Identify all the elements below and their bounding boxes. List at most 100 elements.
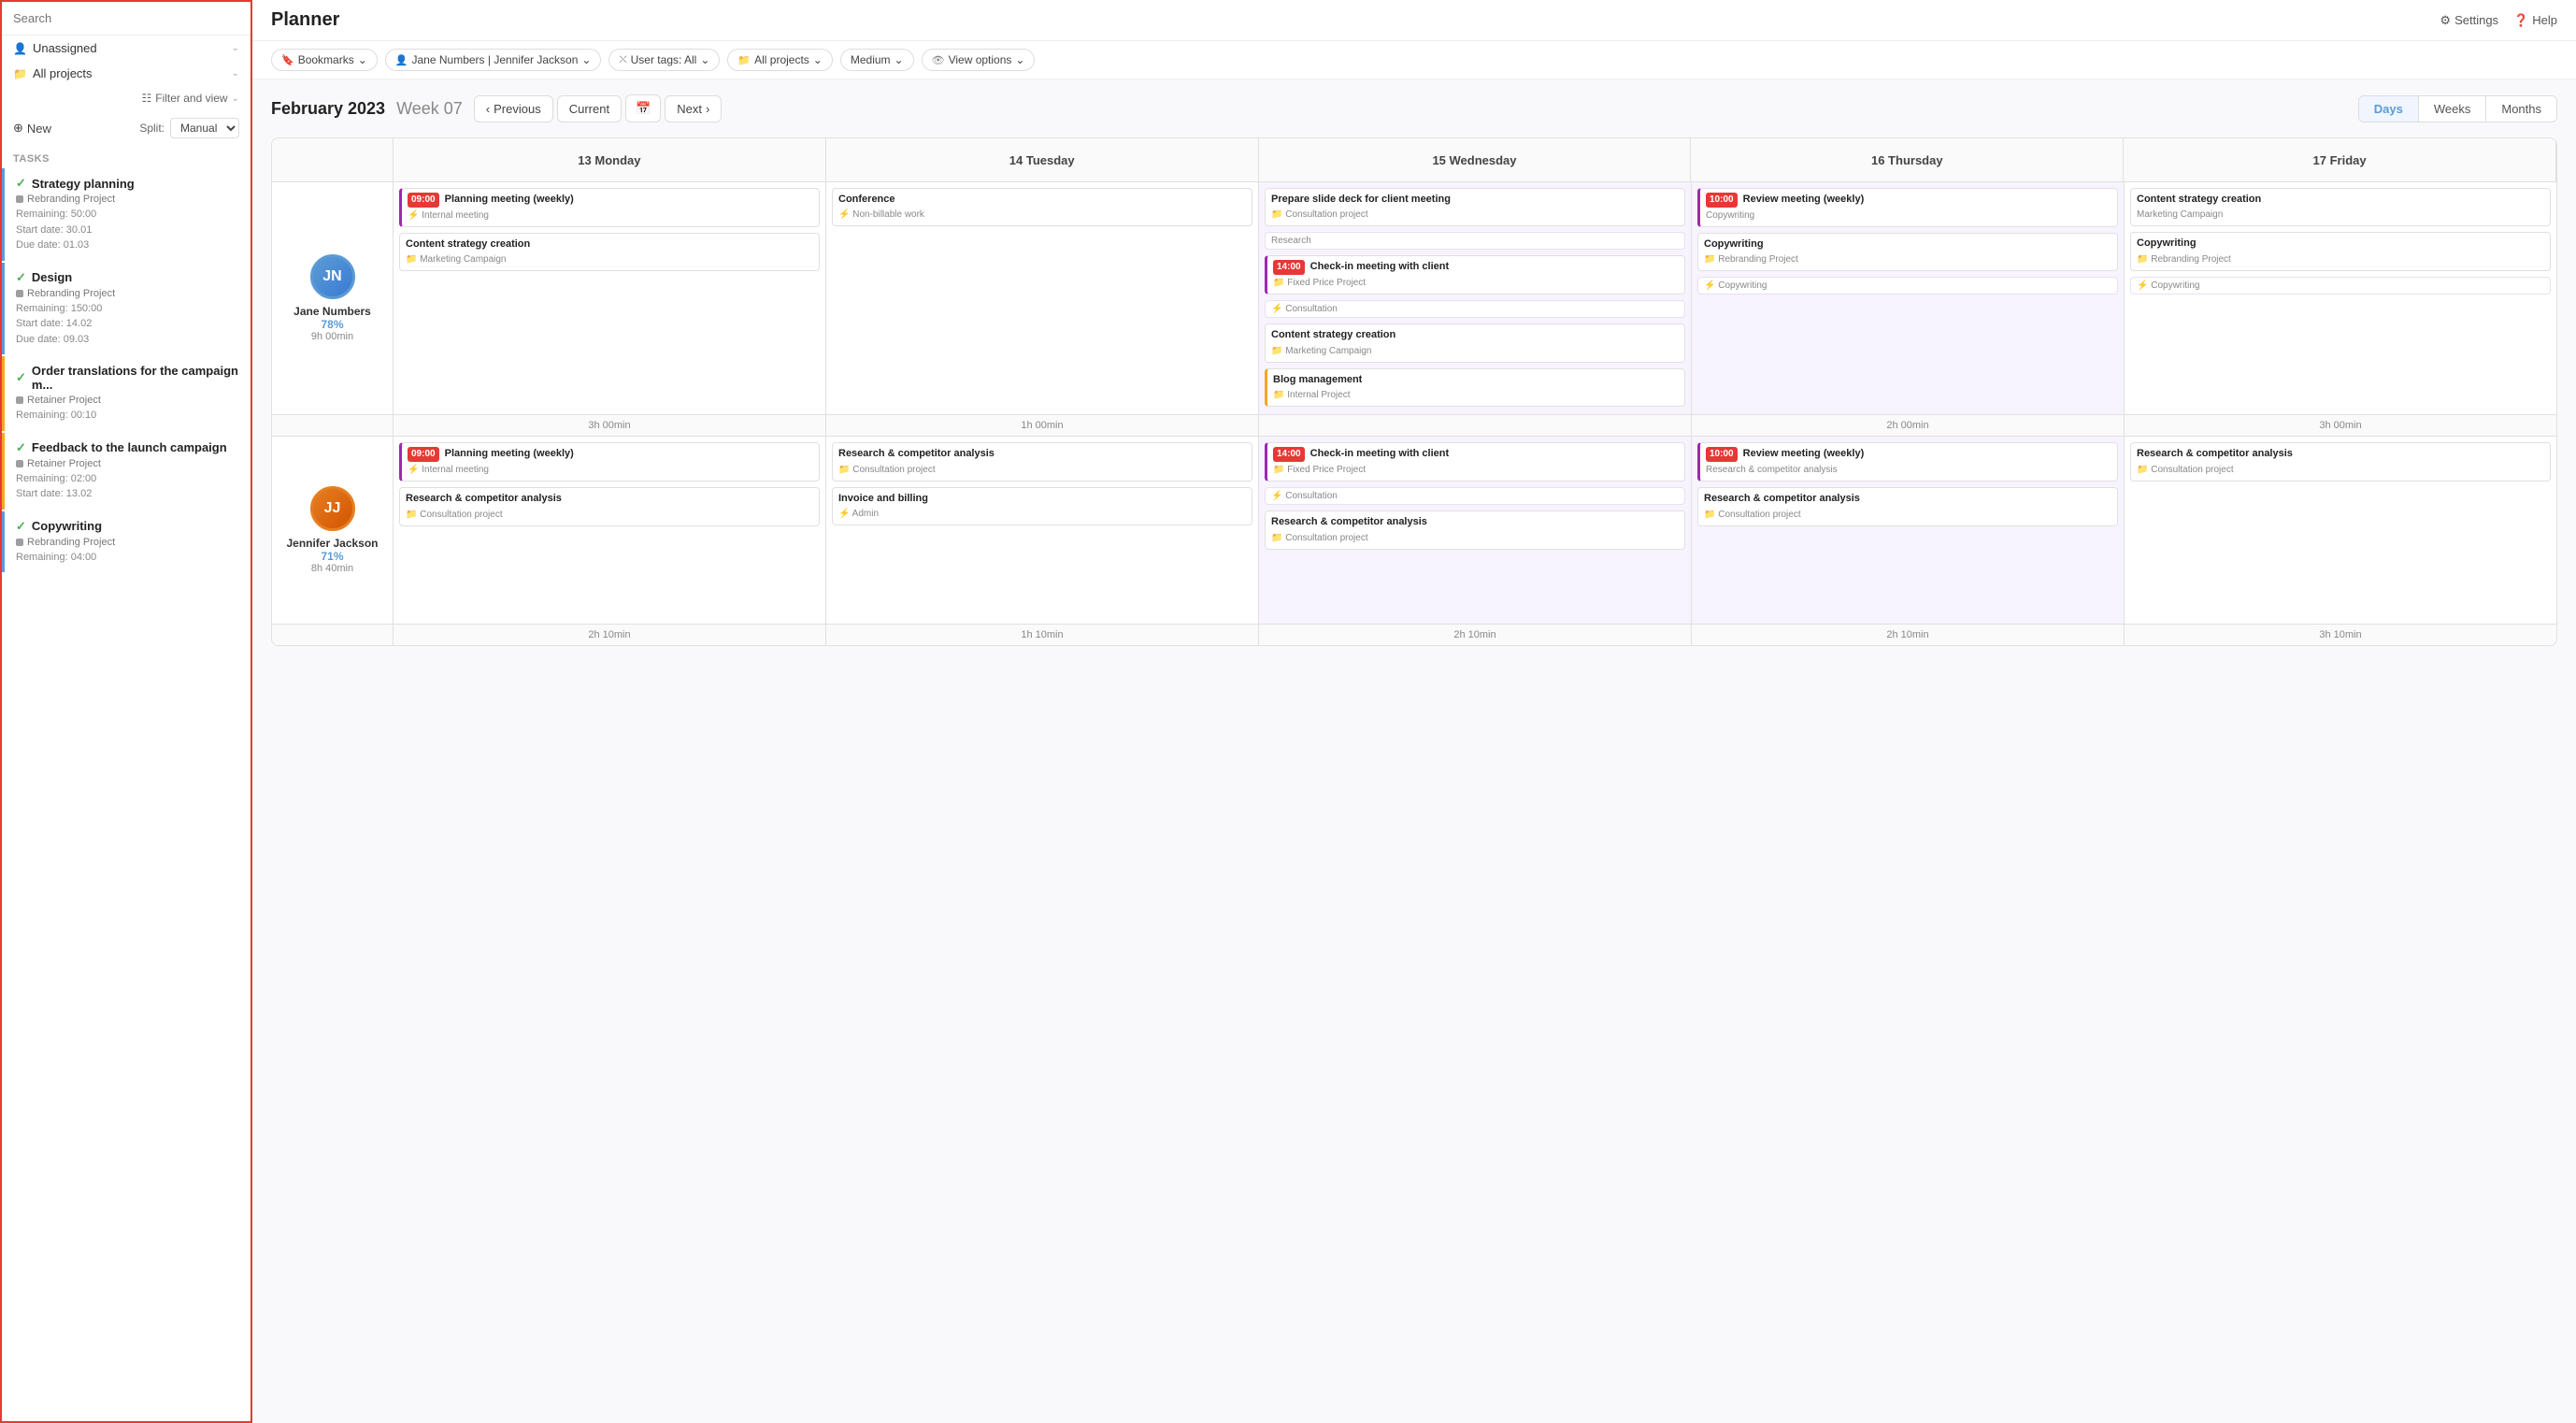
cell-r1-d2: 14:00 Check-in meeting with client 📁 Fix…: [1259, 437, 1692, 624]
time-badge: 10:00: [1706, 447, 1738, 462]
event-card[interactable]: Content strategy creation 📁 Marketing Ca…: [399, 233, 820, 271]
search-input[interactable]: [13, 11, 239, 25]
allprojects-chip[interactable]: 📁 All projects ⌄: [727, 49, 832, 71]
previous-button[interactable]: ‹ Previous: [474, 95, 553, 122]
search-box[interactable]: [2, 2, 250, 36]
gear-icon: ⚙: [2440, 13, 2451, 28]
event-card[interactable]: Prepare slide deck for client meeting 📁 …: [1265, 188, 1685, 226]
event-sub: Marketing Campaign: [2137, 208, 2544, 222]
task-item: ✓ Feedback to the launch campaign Retain…: [2, 433, 250, 510]
user-chip[interactable]: 👤 Jane Numbers | Jennifer Jackson ⌄: [385, 49, 602, 71]
task-name[interactable]: Order translations for the campaign m...: [32, 364, 239, 392]
event-title: Conference: [838, 193, 1246, 207]
sidebar-item-unassigned[interactable]: 👤 Unassigned ⌄: [2, 36, 250, 61]
check-icon: ✓: [16, 270, 26, 285]
event-card[interactable]: 09:00 Planning meeting (weekly) ⚡ Intern…: [399, 442, 820, 482]
footer-row-1: 2h 10min1h 10min2h 10min2h 10min3h 10min: [272, 625, 2556, 645]
day-header-14: 14 Tuesday: [826, 138, 1259, 181]
event-title: Review meeting (weekly): [1743, 194, 1865, 205]
day-header-15: 15 Wednesday: [1259, 138, 1692, 181]
day-headers: 13 Monday14 Tuesday15 Wednesday16 Thursd…: [394, 138, 2556, 181]
event-card[interactable]: Research & competitor analysis 📁 Consult…: [2130, 442, 2551, 481]
tab-months[interactable]: Months: [2486, 96, 2556, 122]
event-card[interactable]: Copywriting 📁 Rebranding Project: [1697, 233, 2118, 271]
filter-bar: 🔖 Bookmarks ⌄ 👤 Jane Numbers | Jennifer …: [252, 41, 2576, 79]
chevron-icon: ⌄: [232, 43, 239, 53]
calendar-icon-button[interactable]: 📅: [625, 94, 661, 122]
new-button[interactable]: ⊕ New: [13, 121, 51, 136]
event-title: Blog management: [1273, 373, 1679, 387]
event-card[interactable]: Copywriting 📁 Rebranding Project: [2130, 232, 2551, 270]
tab-days[interactable]: Days: [2359, 96, 2419, 122]
settings-button[interactable]: ⚙ Settings: [2440, 13, 2498, 28]
viewoptions-chip[interactable]: 👁 View options ⌄: [922, 49, 1036, 71]
resource-name: Jennifer Jackson: [286, 537, 378, 550]
project-dot: [16, 460, 23, 467]
event-sub-card[interactable]: ⚡ Consultation: [1265, 487, 1685, 505]
view-tabs: Days Weeks Months: [2358, 95, 2557, 122]
top-bar: Planner ⚙ Settings ❓ Help: [252, 0, 2576, 41]
task-name[interactable]: Strategy planning: [32, 177, 135, 191]
task-name[interactable]: Feedback to the launch campaign: [32, 440, 227, 454]
day-header-13: 13 Monday: [394, 138, 826, 181]
usertags-chip[interactable]: ⛌ User tags: All ⌄: [608, 49, 720, 71]
help-button[interactable]: ❓ Help: [2513, 13, 2557, 28]
task-project: Rebranding Project: [16, 194, 239, 205]
event-card[interactable]: Research & competitor analysis 📁 Consult…: [1265, 510, 1685, 549]
event-sub: 📁 Internal Project: [1273, 389, 1679, 402]
project-dot: [16, 539, 23, 546]
page-title: Planner: [271, 9, 339, 31]
task-item: ✓ Strategy planning Rebranding Project R…: [2, 168, 250, 261]
event-sub-card[interactable]: ⚡ Copywriting: [1697, 277, 2118, 295]
event-header: 09:00 Planning meeting (weekly): [408, 447, 813, 462]
bookmarks-chip[interactable]: 🔖 Bookmarks ⌄: [271, 49, 378, 71]
event-title: Research & competitor analysis: [406, 492, 813, 506]
event-card[interactable]: Research & competitor analysis 📁 Consult…: [832, 442, 1252, 481]
filter-view-row[interactable]: ☷ Filter and view ⌄: [2, 86, 250, 110]
top-bar-actions: ⚙ Settings ❓ Help: [2440, 13, 2557, 28]
avatar-jennifer: JJ: [310, 486, 355, 531]
resource-footer-0: [272, 415, 394, 436]
event-sub-card[interactable]: Research: [1265, 232, 1685, 250]
event-card[interactable]: Blog management 📁 Internal Project: [1265, 368, 1685, 407]
task-name[interactable]: Copywriting: [32, 519, 102, 533]
event-sub-text: ⚡ Copywriting: [2137, 280, 2544, 291]
check-icon: ✓: [16, 440, 26, 455]
event-sub: ⚡ Non-billable work: [838, 208, 1246, 222]
task-remaining: Remaining: 150:00: [16, 301, 239, 317]
event-card[interactable]: Research & competitor analysis 📁 Consult…: [1697, 487, 2118, 525]
event-card[interactable]: 10:00 Review meeting (weekly) Copywritin…: [1697, 188, 2118, 227]
event-card[interactable]: 14:00 Check-in meeting with client 📁 Fix…: [1265, 442, 1685, 482]
event-card[interactable]: 10:00 Review meeting (weekly) Research &…: [1697, 442, 2118, 482]
event-header: 09:00 Planning meeting (weekly): [408, 193, 813, 208]
event-sub: 📁 Rebranding Project: [1704, 253, 2111, 266]
current-button[interactable]: Current: [557, 95, 622, 122]
calendar-grid: 13 Monday14 Tuesday15 Wednesday16 Thursd…: [271, 137, 2557, 646]
event-card[interactable]: Research & competitor analysis 📁 Consult…: [399, 487, 820, 525]
event-card[interactable]: Content strategy creation 📁 Marketing Ca…: [1265, 323, 1685, 362]
next-button[interactable]: Next ›: [665, 95, 722, 122]
task-remaining: Remaining: 00:10: [16, 408, 239, 424]
split-select[interactable]: Manual: [170, 118, 239, 138]
event-sub-card[interactable]: ⚡ Consultation: [1265, 300, 1685, 318]
time-badge: 09:00: [408, 193, 439, 208]
event-card[interactable]: Invoice and billing ⚡ Admin: [832, 487, 1252, 525]
cell-r0-d0: 09:00 Planning meeting (weekly) ⚡ Intern…: [394, 182, 826, 414]
event-title: Copywriting: [1704, 237, 2111, 252]
tab-weeks[interactable]: Weeks: [2419, 96, 2487, 122]
task-item: ✓ Order translations for the campaign m.…: [2, 356, 250, 431]
event-card[interactable]: 09:00 Planning meeting (weekly) ⚡ Intern…: [399, 188, 820, 227]
event-card[interactable]: Conference ⚡ Non-billable work: [832, 188, 1252, 226]
event-title: Review meeting (weekly): [1743, 448, 1865, 459]
sidebar-item-allprojects[interactable]: 📁 All projects ⌄: [2, 61, 250, 86]
chip-chevron: ⌄: [358, 53, 367, 66]
task-project: Retainer Project: [16, 395, 239, 406]
event-card[interactable]: 14:00 Check-in meeting with client 📁 Fix…: [1265, 255, 1685, 295]
task-meta: Remaining: 02:00 Start date: 13.02: [16, 471, 239, 502]
event-sub-card[interactable]: ⚡ Copywriting: [2130, 277, 2551, 295]
medium-chip[interactable]: Medium ⌄: [840, 49, 914, 71]
task-name[interactable]: Design: [32, 270, 72, 284]
event-card[interactable]: Content strategy creation Marketing Camp…: [2130, 188, 2551, 226]
event-sub: 📁 Rebranding Project: [2137, 253, 2544, 266]
task-item: ✓ Copywriting Rebranding Project Remaini…: [2, 511, 250, 573]
